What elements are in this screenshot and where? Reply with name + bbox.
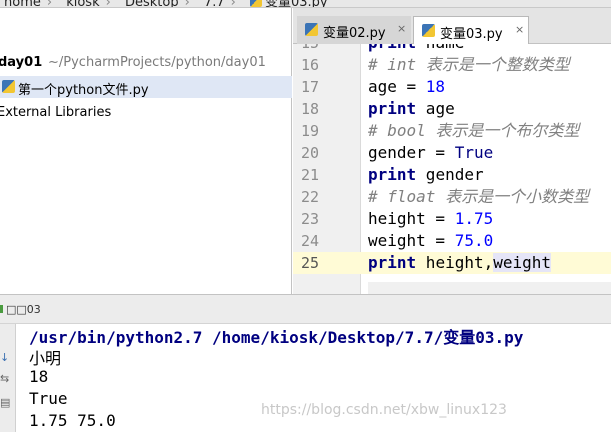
run-config-tab[interactable]: □□03 <box>6 303 41 316</box>
code-line[interactable]: 24 weight = 75.0 <box>293 230 611 252</box>
code-line[interactable]: 19 # bool 表示是一个布尔类型 <box>293 120 611 142</box>
code-text: print age <box>368 99 455 118</box>
code-text: weight = 75.0 <box>368 231 494 250</box>
print-icon[interactable]: ▤ <box>0 396 10 409</box>
breadcrumb-home[interactable]: home › <box>0 0 58 7</box>
breadcrumb-folder[interactable]: 7.7 › <box>200 0 242 7</box>
console-output-line: 18 <box>29 367 49 386</box>
arrow-down-icon[interactable]: ↓ <box>0 351 9 364</box>
soft-wrap-icon[interactable]: ⇆ <box>0 372 9 385</box>
console-command-line: /usr/bin/python2.7 /home/kiosk/Desktop/7… <box>29 328 524 347</box>
tab-variable03[interactable]: 变量03.py × <box>413 16 529 44</box>
line-number: 16 <box>300 56 319 74</box>
code-text: age = 18 <box>368 77 446 96</box>
line-number: 24 <box>300 232 319 250</box>
close-icon[interactable]: × <box>397 22 406 35</box>
breadcrumb-kiosk[interactable]: kiosk › <box>62 0 117 7</box>
line-number: 22 <box>300 188 319 206</box>
line-number: 23 <box>300 210 319 228</box>
editor-bottom-strip <box>368 282 611 294</box>
python-file-icon <box>422 24 435 37</box>
code-editor[interactable]: 15print name16# int 表示是一个整数类型17age = 181… <box>293 44 611 294</box>
run-panel-header: □□03 <box>0 294 611 324</box>
project-panel: day01 ~/PycharmProjects/python/day01 第一个… <box>0 8 292 294</box>
line-number: 19 <box>300 122 319 140</box>
tree-item-path: ~/PycharmProjects/python/day01 <box>48 55 266 70</box>
console-output-line: True <box>29 389 68 408</box>
code-line[interactable]: 23 height = 1.75 <box>293 208 611 230</box>
watermark: https://blog.csdn.net/xbw_linux123 <box>261 402 507 418</box>
line-number: 17 <box>300 78 319 96</box>
tab-variable02[interactable]: 变量02.py × <box>297 16 411 44</box>
tree-item-label: External Libraries <box>0 105 112 120</box>
tab-label: 变量03.py <box>440 27 503 42</box>
tree-item-python-file[interactable]: 第一个python文件.py <box>0 76 292 98</box>
python-file-icon <box>249 0 262 7</box>
code-line[interactable]: 15 print name <box>293 44 611 54</box>
code-line[interactable]: 22 # float 表示是一个小数类型 <box>293 186 611 208</box>
code-text: # int 表示是一个整数类型 <box>368 55 570 74</box>
line-number: 21 <box>300 166 319 184</box>
python-file-icon <box>2 80 15 93</box>
tree-item-label: 第一个python文件.py <box>18 83 149 98</box>
close-icon[interactable]: × <box>515 23 524 36</box>
line-number: 18 <box>300 100 319 118</box>
line-number: 25 <box>300 254 319 272</box>
line-number: 15 <box>297 44 319 52</box>
breadcrumb-file[interactable]: 变量03.py <box>246 0 334 7</box>
code-text: height = 1.75 <box>368 209 494 228</box>
code-line[interactable]: 17 age = 18 <box>293 76 611 98</box>
code-text: print gender <box>368 165 484 184</box>
run-icon <box>0 305 3 313</box>
code-text: gender = True <box>368 143 494 162</box>
code-line[interactable]: 21 print gender <box>293 164 611 186</box>
tree-item-label: day01 <box>0 55 43 70</box>
code-text: print height,weight <box>368 253 552 272</box>
code-line[interactable]: 16 # int 表示是一个整数类型 <box>293 54 611 76</box>
line-number: 20 <box>300 144 319 162</box>
code-text: # float 表示是一个小数类型 <box>368 187 590 206</box>
console-output-line: 1.75 75.0 <box>29 411 116 430</box>
python-file-icon <box>305 23 318 36</box>
tree-item-external-libraries[interactable]: External Libraries <box>0 102 292 124</box>
navigation-bar: home › kiosk › Desktop › 7.7 › 变量03.py <box>0 0 611 8</box>
editor-tab-bar: 变量02.py × 变量03.py × <box>293 8 611 44</box>
tree-item-day01[interactable]: day01 ~/PycharmProjects/python/day01 <box>0 52 292 74</box>
run-toolbar: ↓ ⇆ ▤ <box>0 324 16 432</box>
console-output-line: 小明 <box>29 349 62 368</box>
code-text: # bool 表示是一个布尔类型 <box>368 121 580 140</box>
tab-label: 变量02.py <box>323 26 386 41</box>
code-text: print name <box>368 44 464 54</box>
code-line[interactable]: 25 print height,weight <box>293 252 611 274</box>
code-line[interactable]: 18 print age <box>293 98 611 120</box>
breadcrumb-desktop[interactable]: Desktop › <box>121 0 196 7</box>
code-line[interactable]: 20 gender = True <box>293 142 611 164</box>
